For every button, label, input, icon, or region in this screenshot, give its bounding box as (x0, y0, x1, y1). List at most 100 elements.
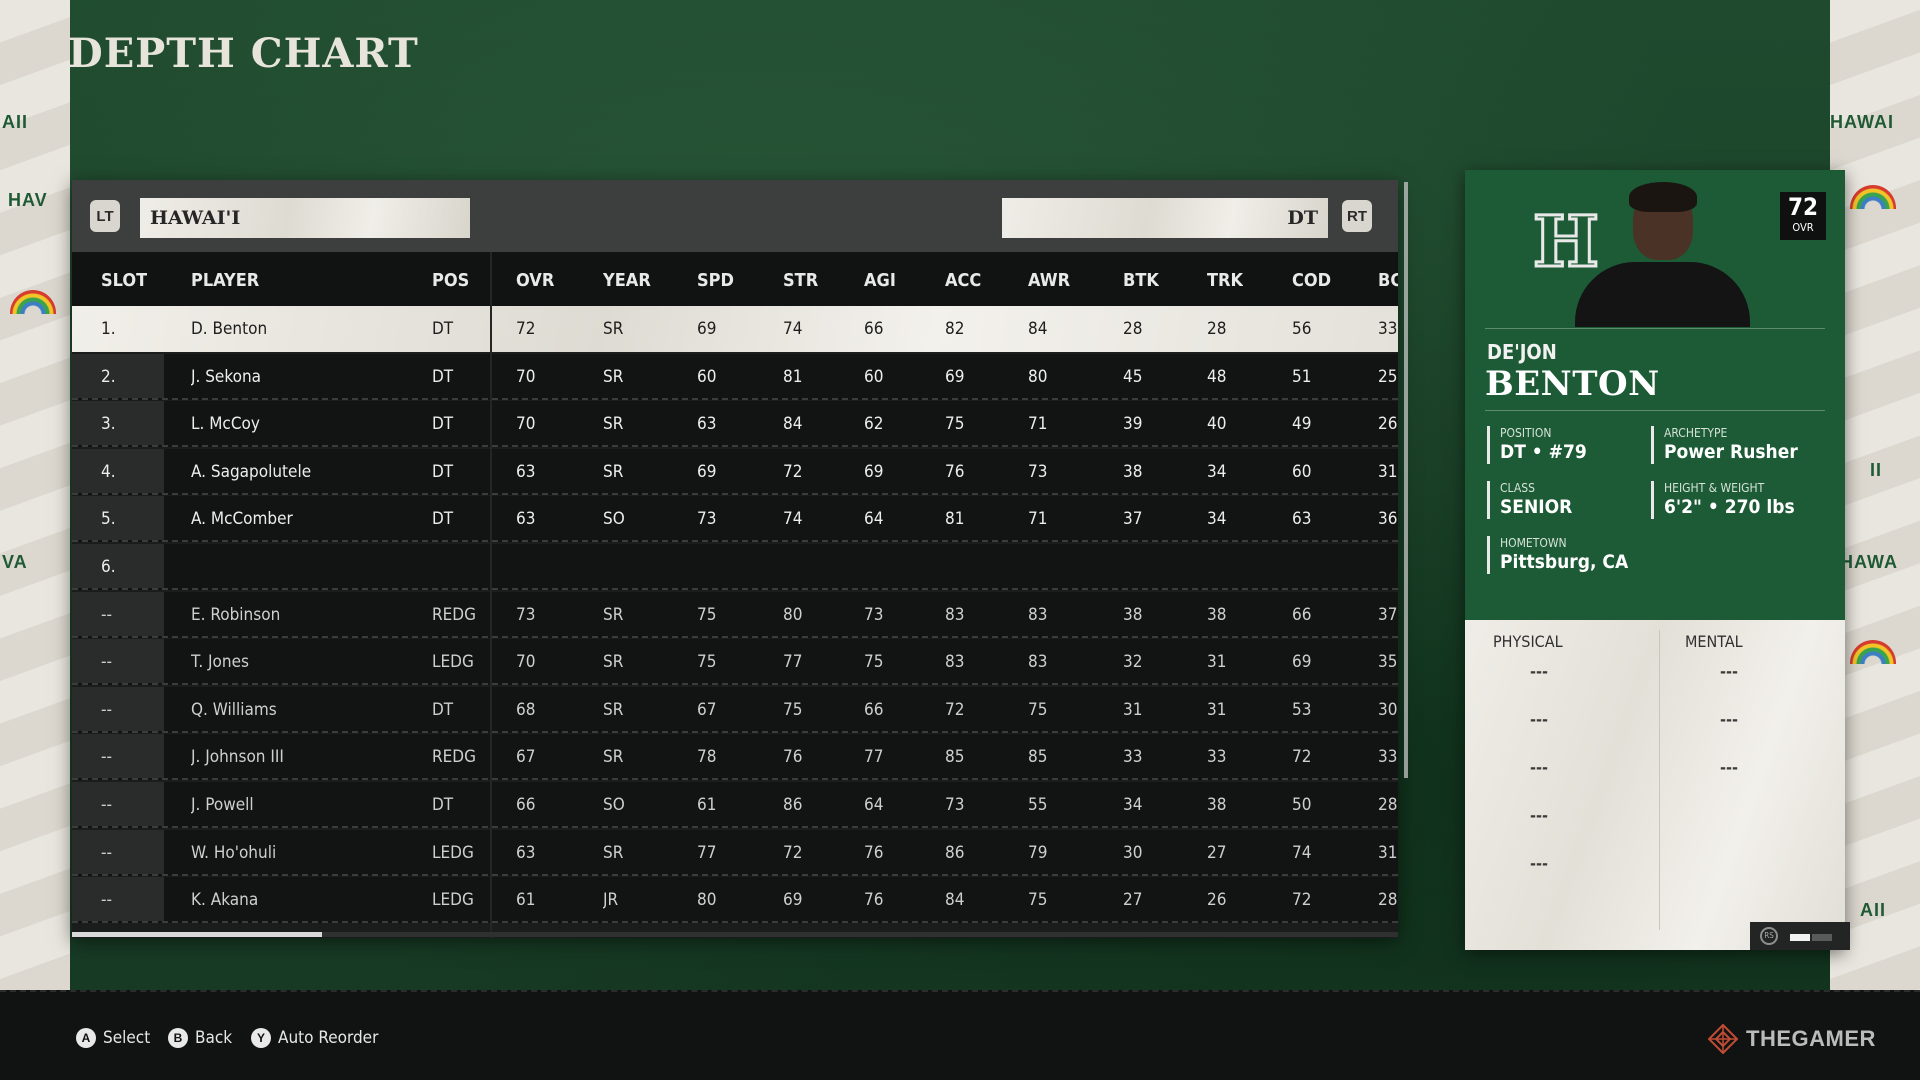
cell-spd: 69 (697, 319, 717, 339)
player-last-name: BENTON (1485, 364, 1660, 404)
table-row[interactable]: -- Q. Williams DT 68 SR 67 75 66 72 75 31 31 53 30 (72, 686, 1398, 733)
cell-year: JR (603, 890, 619, 911)
cell-acc: 69 (945, 366, 965, 387)
page-title: DEPTH CHART (68, 30, 419, 77)
class-value: SENIOR (1500, 496, 1573, 518)
select-control[interactable]: A Select (76, 1026, 150, 1050)
cell-btk: 38 (1123, 604, 1143, 625)
column-header-slot[interactable]: SLOT (101, 252, 147, 306)
column-header-ovr[interactable]: OVR (516, 252, 554, 306)
cell-bc: 31 (1378, 461, 1398, 482)
cell-cod: 51 (1292, 366, 1312, 387)
team-selector[interactable]: HAWAI'I (140, 198, 470, 238)
table-row[interactable]: 5. A. McComber DT 63 SO 73 74 64 81 71 37 34 63 36 (72, 496, 1398, 543)
cell-slot: 3. (101, 414, 116, 435)
b-button-icon: B (168, 1028, 188, 1048)
cell-trk: 38 (1207, 795, 1227, 815)
column-header-trk[interactable]: TRK (1207, 252, 1243, 306)
vertical-scrollbar[interactable] (1404, 182, 1408, 778)
table-row[interactable]: -- K. Akana LEDG 61 JR 80 69 76 84 75 27 26 72 28 (72, 877, 1398, 924)
cell-btk: 28 (1123, 319, 1143, 339)
cell-bc: 36 (1378, 509, 1398, 530)
cell-agi (864, 544, 914, 590)
cell-ovr (516, 544, 566, 590)
player-first-name: DE'JON (1487, 340, 1557, 364)
rt-bumper-icon[interactable]: RT (1342, 200, 1372, 232)
table-row[interactable]: 6. (72, 544, 1398, 590)
y-button-icon: Y (251, 1028, 271, 1048)
cell-slot: 1. (101, 319, 116, 339)
column-header-row: SLOT PLAYER POS OVR YEAR SPD STR AGI ACC… (72, 252, 1398, 306)
cell-bc: 35 (1378, 652, 1398, 673)
table-row[interactable]: -- W. Ho'ohuli LEDG 63 SR 77 72 76 86 79 30 27 74 31 (72, 829, 1398, 876)
cell-year: SR (603, 747, 624, 768)
attribute-panel: PHYSICAL MENTAL --- --- --- --- --- --- … (1465, 620, 1850, 950)
table-row[interactable]: -- T. Jones LEDG 70 SR 75 77 75 83 83 32 31 69 35 (72, 639, 1398, 686)
column-header-bc[interactable]: BC (1378, 252, 1398, 306)
cell-player: L. McCoy (191, 414, 260, 435)
cell-str: 80 (783, 604, 803, 625)
select-label: Select (103, 1028, 151, 1048)
column-header-cod[interactable]: COD (1292, 252, 1331, 306)
table-row[interactable]: -- J. Powell DT 66 SO 61 86 64 73 55 34 38 50 28 (72, 782, 1398, 828)
cell-acc: 75 (945, 414, 965, 435)
back-control[interactable]: B Back (168, 1026, 232, 1050)
table-row[interactable]: -- E. Robinson REDG 73 SR 75 80 73 83 83 38 38 66 37 (72, 591, 1398, 638)
cell-slot: -- (101, 604, 113, 625)
cell-pos: DT (432, 509, 454, 530)
cell-cod: 72 (1292, 890, 1312, 911)
lt-bumper-icon[interactable]: LT (90, 200, 120, 232)
table-row[interactable]: 2. J. Sekona DT 70 SR 60 81 60 69 80 45 48 51 25 (72, 353, 1398, 400)
table-row[interactable]: -- J. Johnson III REDG 67 SR 78 76 77 85 85 33 33 72… (72, 734, 1398, 781)
column-header-pos[interactable]: POS (432, 252, 469, 306)
table-row[interactable]: 3. L. McCoy DT 70 SR 63 84 62 75 71 39 40 49 26 (72, 401, 1398, 448)
cell-trk: 26 (1207, 890, 1227, 911)
cell-acc: 72 (945, 699, 965, 720)
cell-ovr: 70 (516, 652, 536, 673)
cell-slot: -- (101, 652, 113, 673)
divider (1485, 328, 1825, 329)
position-label: POSITION (1500, 426, 1552, 440)
column-header-player[interactable]: PLAYER (191, 252, 259, 306)
card-view-toggle[interactable]: RS (1750, 922, 1850, 950)
cell-agi: 75 (864, 652, 884, 673)
team-position-header: LT HAWAI'I DT RT (72, 180, 1398, 252)
cell-trk: 34 (1207, 509, 1227, 530)
cell-slot: 2. (101, 366, 116, 387)
horizontal-scroll-thumb[interactable] (72, 932, 322, 937)
column-header-acc[interactable]: ACC (945, 252, 981, 306)
cell-ovr: 72 (516, 319, 536, 339)
column-header-year[interactable]: YEAR (603, 252, 651, 306)
column-header-agi[interactable]: AGI (864, 252, 896, 306)
cell-spd: 80 (697, 890, 717, 911)
cell-slot: 4. (101, 461, 116, 482)
cell-btk: 30 (1123, 842, 1143, 863)
cell-bc: 26 (1378, 414, 1398, 435)
cell-bc: 37 (1378, 604, 1398, 625)
cell-player (191, 544, 421, 590)
cell-cod: 72 (1292, 747, 1312, 768)
cell-trk: 48 (1207, 366, 1227, 387)
ovr-badge: 72 OVR (1780, 192, 1826, 240)
cell-btk: 39 (1123, 414, 1143, 435)
banner-text: VA (2, 552, 28, 572)
cell-agi: 62 (864, 414, 884, 435)
column-header-awr[interactable]: AWR (1028, 252, 1070, 306)
cell-player: A. McComber (191, 509, 293, 530)
cell-agi: 76 (864, 842, 884, 863)
cell-acc: 85 (945, 747, 965, 768)
cell-pos (432, 544, 482, 590)
table-row[interactable]: 4. A. Sagapolutele DT 63 SR 69 72 69 76 73 38 34 60 3… (72, 448, 1398, 495)
cell-ovr: 66 (516, 795, 536, 815)
auto-reorder-control[interactable]: Y Auto Reorder (251, 1026, 378, 1050)
column-header-btk[interactable]: BTK (1123, 252, 1159, 306)
physical-attr-value: --- (1530, 806, 1548, 825)
cell-acc: 86 (945, 842, 965, 863)
column-header-str[interactable]: STR (783, 252, 818, 306)
column-header-spd[interactable]: SPD (697, 252, 734, 306)
cell-ovr: 67 (516, 747, 536, 768)
position-selector[interactable]: DT (1002, 198, 1328, 238)
table-row[interactable]: 1. D. Benton DT 72 SR 69 74 66 82 84 28 28 56 33 (72, 306, 1398, 352)
cell-player: T. Jones (191, 652, 249, 673)
divider (1485, 410, 1825, 411)
